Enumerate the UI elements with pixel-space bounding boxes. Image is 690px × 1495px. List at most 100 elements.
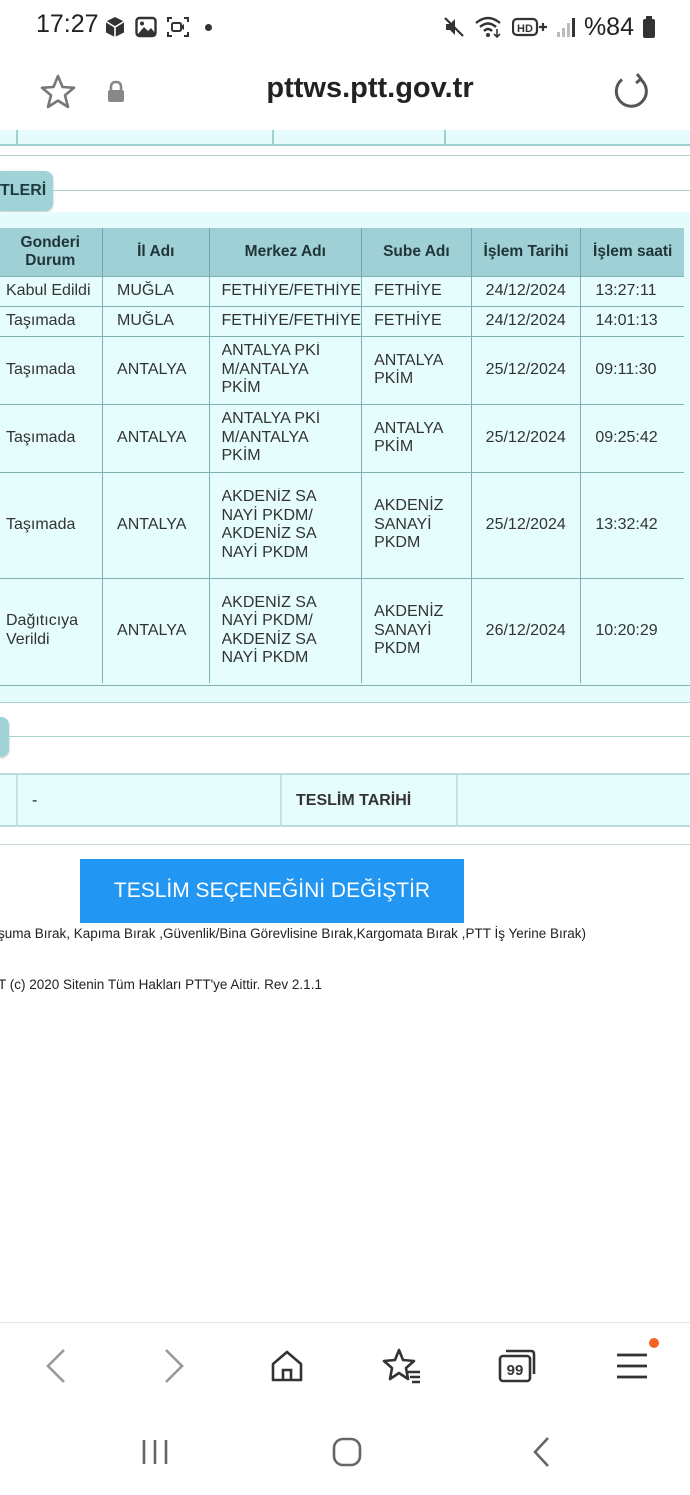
copyright-footer: T (c) 2020 Sitenin Tüm Hakları PTT'ye Ai… [0, 977, 322, 992]
cell-sube: AKDENİZ SANAYİ PKDM [361, 471, 472, 578]
cell-merkez: AKDENİZ SANAYİ PKDM/AKDENİZ SANAYİ PKDM [208, 577, 362, 683]
forward-button[interactable] [149, 1341, 199, 1391]
header-sube: Sube Adı [361, 228, 472, 276]
table-row: Dağıtıcıya Verildi ANTALYA AKDENİZ SANAY… [0, 577, 684, 683]
tabs-button[interactable]: 99 [492, 1341, 542, 1391]
header-status: Gonderi Durum [0, 228, 103, 276]
recent-apps-icon [142, 1440, 168, 1464]
cell-time: 09:11:30 [580, 335, 684, 404]
delivery-value: - [16, 775, 280, 827]
table-row: Taşımada MUĞLA FETHİYE/FETHİYE FETHİYE 2… [0, 305, 684, 336]
change-delivery-option-button[interactable]: TESLİM SEÇENEĞİNİ DEĞİŞTİR [80, 859, 464, 923]
cell-date: 25/12/2024 [470, 471, 581, 578]
cell-date: 24/12/2024 [470, 305, 581, 336]
cell-merkez: FETHİYE/FETHİYE [208, 275, 362, 306]
menu-notification-dot [649, 1338, 659, 1348]
delivery-info-row: - TESLİM TARİHİ [0, 773, 690, 827]
home-nav-button[interactable] [322, 1430, 372, 1474]
table-row: Taşımada ANTALYA ANTALYA PKİM/ANTALYA PK… [0, 335, 684, 404]
header-date: İşlem Tarihi [470, 228, 581, 276]
table-header-row: Gonderi Durum İl Adı Merkez Adı Sube Adı… [0, 228, 684, 276]
cell-sube: ANTALYA PKİM [361, 335, 472, 404]
notification-dot [205, 23, 212, 31]
section-line [53, 190, 690, 191]
back-nav-button[interactable] [516, 1430, 566, 1474]
cell-status: Taşımada [0, 471, 103, 578]
cell-date: 26/12/2024 [470, 577, 581, 683]
back-button[interactable] [31, 1341, 81, 1391]
cell-time: 14:01:13 [580, 305, 684, 336]
cell-status: Taşımada [0, 335, 103, 404]
cell-time: 13:27:11 [580, 275, 684, 306]
cell-status: Taşımada [0, 305, 103, 336]
browser-url-bar: pttws.ptt.gov.tr [0, 54, 690, 130]
header-il: İl Adı [102, 228, 209, 276]
status-bar: 17:27 HD %84 [0, 0, 690, 54]
recent-apps-button[interactable] [130, 1430, 180, 1474]
wifi-icon [475, 16, 501, 39]
cell-date: 25/12/2024 [470, 335, 581, 404]
chevron-right-icon [165, 1349, 184, 1383]
cell-sube: ANTALYA PKİM [361, 403, 472, 472]
table-row: Taşımada ANTALYA AKDENİZ SANAYİ PKDM/AKD… [0, 471, 684, 578]
table-row: Taşımada ANTALYA ANTALYA PKİM/ANTALYA PK… [0, 403, 684, 472]
package-icon [105, 17, 125, 37]
reload-icon [614, 73, 648, 108]
section-tab-movements[interactable]: TLERİ [0, 171, 53, 211]
cell-il: ANTALYA [102, 403, 209, 472]
browser-toolbar: 99 [0, 1322, 690, 1410]
cell-date: 25/12/2024 [470, 403, 581, 472]
cell-il: ANTALYA [102, 471, 209, 578]
cell-il: ANTALYA [102, 577, 209, 683]
delivery-options-text: şuma Bırak, Kapıma Bırak ,Güvenlik/Bina … [0, 926, 586, 941]
url-text[interactable]: pttws.ptt.gov.tr [0, 72, 690, 105]
cell-merkez: AKDENİZ SANAYİ PKDM/AKDENİZ SANAYİ PKDM [208, 471, 362, 578]
section-title: TLERİ [0, 182, 47, 199]
status-icons-left [104, 14, 212, 40]
divider [0, 155, 690, 156]
cell-il: MUĞLA [102, 275, 209, 306]
divider [0, 844, 690, 845]
menu-button[interactable] [607, 1341, 657, 1391]
home-circle-icon [332, 1437, 362, 1467]
cell-merkez: FETHİYE/FETHİYE [208, 305, 362, 336]
signal-icon [556, 18, 575, 37]
cell-merkez: ANTALYA PKİM/ANTALYA PKİM [208, 335, 362, 404]
delivery-date-value [456, 775, 690, 827]
section-tab-delivery[interactable] [0, 717, 9, 757]
header-time: İşlem saati [580, 228, 684, 276]
table-bottom-line [0, 685, 690, 686]
hamburger-menu-icon [617, 1353, 647, 1379]
screen-record-icon [167, 17, 189, 37]
back-arrow-icon [533, 1437, 549, 1467]
bookmarks-button[interactable] [377, 1341, 427, 1391]
cell-time: 10:20:29 [580, 577, 684, 683]
chevron-left-icon [46, 1349, 65, 1383]
divider [0, 702, 690, 703]
tabs-count: 99 [507, 1362, 524, 1379]
battery-icon [643, 16, 655, 38]
mute-icon [444, 17, 464, 37]
gallery-icon [135, 16, 157, 38]
bookmark-star-list-icon [382, 1348, 420, 1384]
cell-il: MUĞLA [102, 305, 209, 336]
header-merkez: Merkez Adı [208, 228, 362, 276]
home-button[interactable] [262, 1341, 312, 1391]
cell-sube: FETHİYE [361, 305, 472, 336]
cell-sube: FETHİYE [361, 275, 472, 306]
cell-il: ANTALYA [102, 335, 209, 404]
section-line [9, 736, 690, 737]
status-icons-right: HD %84 [442, 12, 656, 42]
cell-date: 24/12/2024 [470, 275, 581, 306]
delivery-date-label: TESLİM TARİHİ [280, 775, 456, 827]
android-nav-bar [0, 1410, 690, 1495]
cell-time: 09:25:42 [580, 403, 684, 472]
cell-sube: AKDENİZ SANAYİ PKDM [361, 577, 472, 683]
cell-status: Taşımada [0, 403, 103, 472]
reload-button[interactable] [612, 72, 652, 117]
cell-status: Kabul Edildi [0, 275, 103, 306]
battery-percent: %84 [583, 12, 634, 41]
hd-plus-icon: HD [511, 17, 547, 37]
table-row: Kabul Edildi MUĞLA FETHİYE/FETHİYE FETHİ… [0, 275, 684, 306]
tracking-table: Gonderi Durum İl Adı Merkez Adı Sube Adı… [0, 228, 684, 683]
